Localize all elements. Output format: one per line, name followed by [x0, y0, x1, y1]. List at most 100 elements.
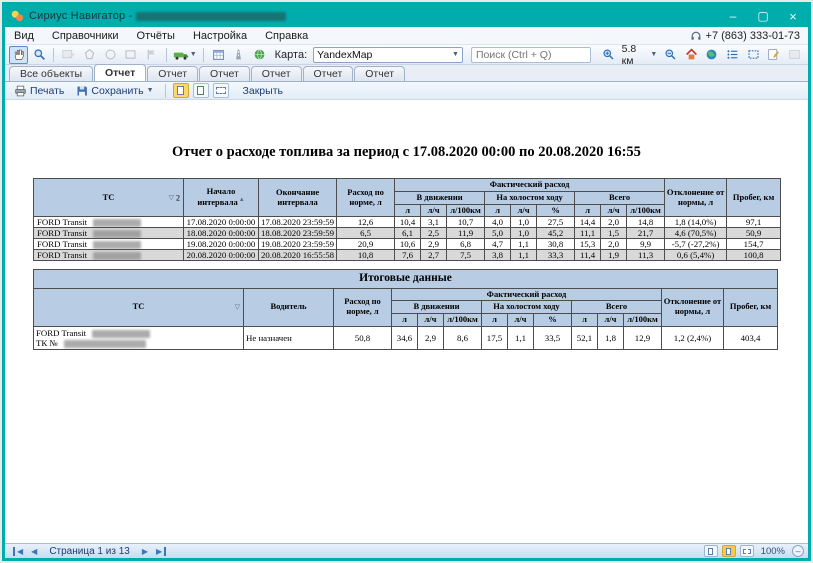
table-cell: 8,6: [444, 326, 482, 349]
zoom-in-button[interactable]: [599, 46, 618, 64]
view-multi-page-button[interactable]: [740, 545, 754, 557]
polygon-icon: [83, 48, 96, 61]
menu-view[interactable]: Вид: [5, 27, 43, 44]
notes-button[interactable]: [765, 46, 784, 64]
table-cell: 0,6 (5,4%): [665, 250, 727, 261]
tab-report-3[interactable]: Отчет: [199, 66, 250, 81]
menu-help[interactable]: Справка: [256, 27, 317, 44]
tab-report-active[interactable]: Отчет: [94, 64, 146, 81]
polygon-tool-button[interactable]: [80, 46, 99, 64]
view-page-layout-button[interactable]: [722, 545, 736, 557]
rectangle-tool-button[interactable]: [121, 46, 140, 64]
col-header-deviation[interactable]: Отклонение от нормы, л: [662, 288, 724, 326]
save-button[interactable]: Сохранить ▼: [72, 83, 157, 99]
zoom-out-icon: [664, 48, 677, 61]
unit-header: л/100км: [444, 314, 482, 327]
table-cell: 18.08.2020 23:59:59: [259, 228, 337, 239]
first-page-button[interactable]: ◀: [13, 547, 27, 556]
schedule-button[interactable]: [209, 46, 228, 64]
view-fit-page-button[interactable]: [193, 83, 209, 98]
print-button[interactable]: Печать: [10, 83, 68, 99]
table-cell: 21,7: [627, 228, 665, 239]
view-fit-width-button[interactable]: [213, 83, 229, 98]
zoom-tool-button[interactable]: [30, 46, 49, 64]
close-report-button[interactable]: Закрыть: [239, 83, 287, 99]
sort-indicator: ▽ 2: [169, 193, 180, 202]
maximize-button[interactable]: ▢: [748, 5, 778, 27]
table-cell: 1,1: [508, 326, 534, 349]
summary-table-title: Итоговые данные: [34, 270, 778, 288]
toolbar-separator: [166, 48, 167, 62]
redacted-text: [93, 219, 141, 227]
col-group-actual: Фактический расход: [395, 179, 665, 192]
page-icon: [177, 86, 184, 95]
next-page-button[interactable]: ▶: [138, 547, 152, 556]
table-cell: 1,8: [598, 326, 624, 349]
table-cell: 45,2: [537, 228, 575, 239]
routes-button[interactable]: [229, 46, 248, 64]
prev-page-button[interactable]: ◀: [27, 547, 41, 556]
col-header-deviation[interactable]: Отклонение от нормы, л: [665, 179, 727, 217]
tab-report-4[interactable]: Отчет: [251, 66, 302, 81]
close-button[interactable]: ×: [778, 5, 808, 27]
table-cell: 1,8 (14,0%): [665, 217, 727, 228]
tab-all-objects[interactable]: Все объекты: [9, 66, 93, 81]
road-icon: [232, 48, 245, 61]
list-icon: [726, 48, 739, 61]
table-row: FORD Transit 19.08.2020 0:00:0019.08.202…: [34, 239, 781, 250]
vehicle-cell: FORD Transit: [34, 217, 184, 228]
geo-services-button[interactable]: [250, 46, 269, 64]
last-page-button[interactable]: ▶: [152, 547, 166, 556]
flag-icon: [145, 48, 158, 61]
legend-button[interactable]: [723, 46, 742, 64]
vehicle-cell: FORD Transit: [34, 228, 184, 239]
col-header-norm[interactable]: Расход по норме, л: [337, 179, 395, 217]
tab-report-2[interactable]: Отчет: [147, 66, 198, 81]
col-header-mileage[interactable]: Пробег, км: [724, 288, 778, 326]
image-button[interactable]: [785, 46, 804, 64]
map-select[interactable]: YandexMap ▼: [313, 47, 463, 63]
menu-reports[interactable]: Отчёты: [128, 27, 184, 44]
chevron-down-icon: ▼: [452, 51, 459, 58]
toolbar-separator: [165, 84, 166, 98]
table-cell: 11,4: [575, 250, 601, 261]
col-header-norm[interactable]: Расход по норме, л: [334, 288, 392, 326]
map-view-button[interactable]: [703, 46, 722, 64]
table-cell: 52,1: [572, 326, 598, 349]
tab-report-5[interactable]: Отчет: [303, 66, 354, 81]
scale-select[interactable]: 5.8 км ▼: [622, 43, 658, 67]
titlebar: Сириус Навигатор - – ▢ ×: [5, 5, 808, 27]
col-header-driver[interactable]: Водитель: [244, 288, 334, 326]
zoom-out-button[interactable]: [661, 46, 680, 64]
col-header-end[interactable]: Окончание интервала: [259, 179, 337, 217]
col-header-mileage[interactable]: Пробег, км: [727, 179, 781, 217]
col-header-tc[interactable]: ТС ▽ 2: [34, 179, 184, 217]
edit-map-button[interactable]: [59, 46, 78, 64]
tab-report-6[interactable]: Отчет: [354, 66, 405, 81]
col-header-tc[interactable]: ТС ▽: [34, 288, 244, 326]
home-button[interactable]: [682, 46, 701, 64]
page-width-icon: [216, 87, 226, 94]
view-single-page-button[interactable]: [173, 83, 189, 98]
col-header-start[interactable]: Начало интервала▲: [184, 179, 259, 217]
table-cell: 6,8: [447, 239, 485, 250]
menu-settings[interactable]: Настройка: [184, 27, 256, 44]
vehicle-list-button[interactable]: ▼: [172, 46, 198, 64]
search-input[interactable]: [471, 47, 591, 63]
flag-tool-button[interactable]: [142, 46, 161, 64]
zoom-out-slider-button[interactable]: –: [792, 545, 804, 557]
map-edit-icon: [62, 48, 75, 61]
chevron-down-icon: ▼: [147, 87, 154, 94]
globe-icon: [705, 48, 718, 61]
unit-header: л/ч: [511, 204, 537, 217]
pan-tool-button[interactable]: [9, 46, 28, 64]
col-group-actual: Фактический расход: [392, 288, 662, 301]
table-cell: 1,0: [511, 217, 537, 228]
view-normal-button[interactable]: [704, 545, 718, 557]
hand-icon: [12, 48, 25, 61]
circle-tool-button[interactable]: [101, 46, 120, 64]
menu-directories[interactable]: Справочники: [43, 27, 128, 44]
minimize-button[interactable]: –: [718, 5, 748, 27]
fit-bounds-button[interactable]: [744, 46, 763, 64]
unit-header: л/100км: [447, 204, 485, 217]
